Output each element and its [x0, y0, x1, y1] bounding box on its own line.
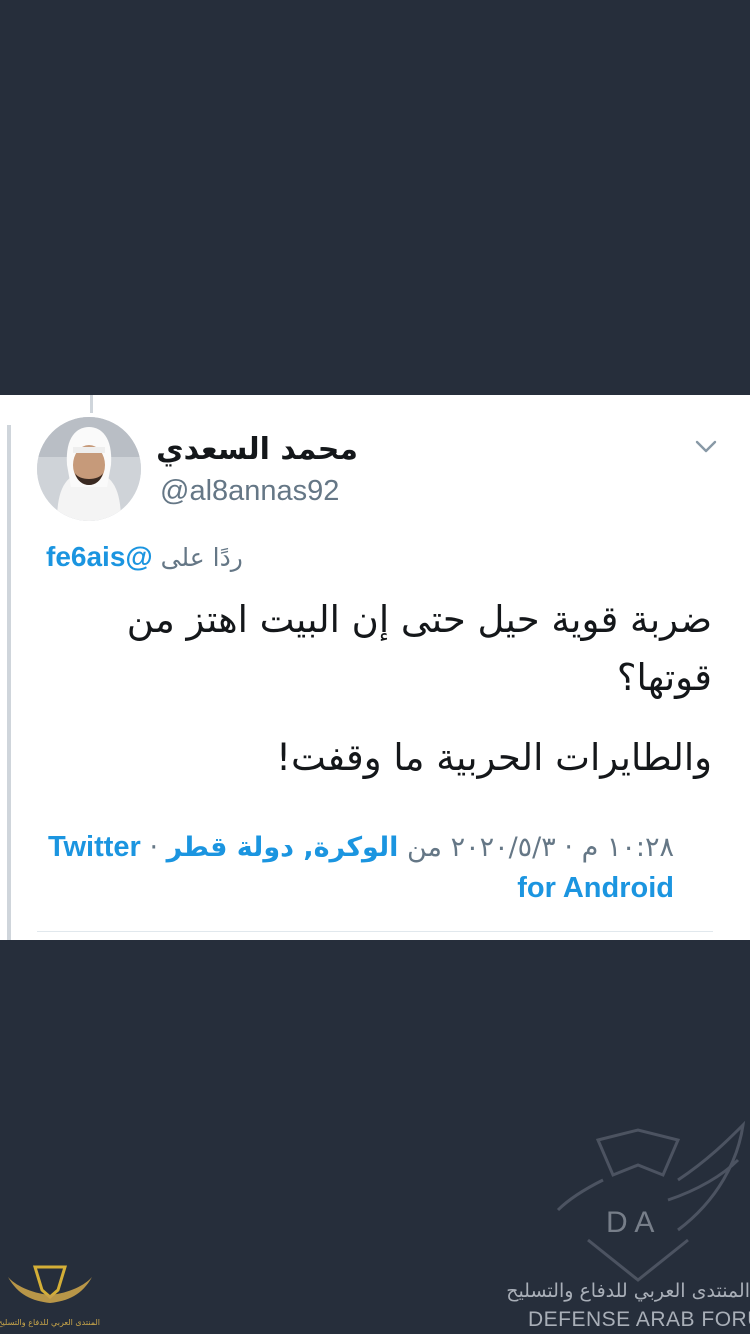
tweet-location-link[interactable]: الوكرة, دولة قطر [167, 832, 399, 863]
tweet-text: ضربة قوية حيل حتى إن البيت اهتز من قوتها… [92, 591, 712, 809]
watermark-arabic: المنتدى العربي للدفاع والتسليح [506, 1280, 750, 1302]
meta-separator: · [564, 832, 573, 863]
watermark-english: DEFENSE ARAB FORUM [528, 1308, 750, 1331]
chevron-down-icon[interactable] [694, 439, 718, 455]
location-prefix: من [406, 832, 442, 863]
reply-context: ردًا على @fe6ais [46, 541, 243, 573]
small-logo-caption: المنتدى العربي للدفاع والتسليح [0, 1318, 100, 1327]
avatar[interactable] [37, 417, 141, 521]
display-name[interactable]: محمد السعدي [156, 432, 358, 467]
reply-prefix: ردًا على [160, 543, 243, 572]
divider [37, 931, 713, 932]
tweet-text-paragraph-2: والطايرات الحربية ما وقفت! [276, 736, 712, 779]
profile-photo [37, 417, 141, 521]
tweet-date[interactable]: ٢٠٢٠/٥/٣ [451, 832, 556, 863]
logo-letters: D A [606, 1206, 654, 1239]
tweet-time[interactable]: ١٠:٢٨ م [582, 832, 674, 863]
thread-line [7, 425, 11, 940]
reply-mention-link[interactable]: @fe6ais [46, 541, 153, 572]
tweet-metadata: ١٠:٢٨ م · ٢٠٢٠/٥/٣ من الوكرة, دولة قطر ·… [34, 827, 674, 909]
tweet-card[interactable]: محمد السعدي @al8annas92 ردًا على @fe6ais… [0, 395, 750, 940]
tweet-text-paragraph-1: ضربة قوية حيل حتى إن البيت اهتز من قوتها… [126, 598, 712, 699]
thread-connector [90, 395, 93, 413]
meta-separator-2: · [149, 832, 159, 863]
user-handle[interactable]: @al8annas92 [160, 475, 339, 508]
